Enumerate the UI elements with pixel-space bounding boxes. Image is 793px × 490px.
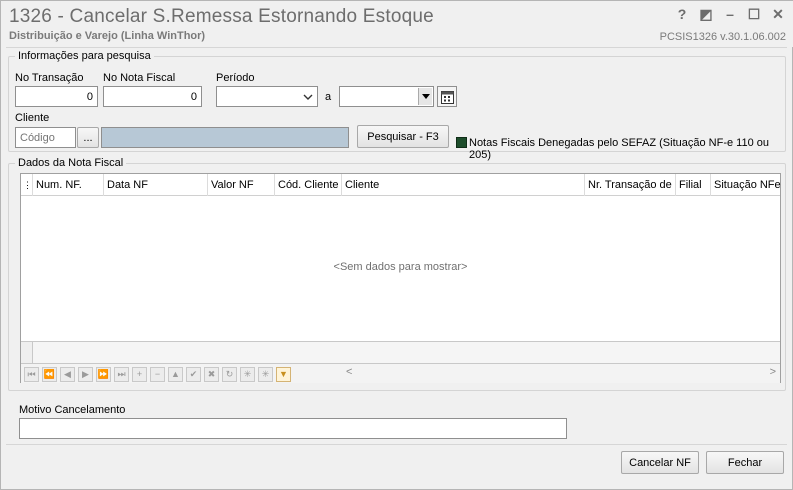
window-title: 1326 - Cancelar S.Remessa Estornando Est… — [9, 6, 434, 27]
footer-indicator — [21, 342, 33, 364]
denegadas-checkbox[interactable] — [456, 137, 467, 148]
first-record-icon[interactable]: ⏮ — [24, 367, 39, 382]
periodo-label: Período — [216, 72, 255, 84]
delete-icon[interactable]: − — [150, 367, 165, 382]
column-filial[interactable]: Filial — [676, 174, 711, 196]
column-cliente[interactable]: Cliente — [342, 174, 585, 196]
scroll-left-icon[interactable]: < — [346, 366, 352, 378]
goto-bookmark-icon[interactable]: ✳ — [258, 367, 273, 382]
cancelar-nf-button[interactable]: Cancelar NF — [621, 451, 699, 474]
chevron-down-icon — [303, 94, 313, 100]
column-num-nf[interactable]: Num. NF. — [33, 174, 104, 196]
cliente-code-input[interactable] — [15, 127, 76, 148]
motivo-input[interactable] — [19, 418, 567, 439]
transacao-input[interactable] — [15, 86, 98, 107]
window-controls: ? ◩ – ☐ ✕ — [672, 5, 788, 23]
dropdown-button[interactable] — [418, 88, 432, 105]
bookmark-icon[interactable]: ✳ — [240, 367, 255, 382]
post-icon[interactable]: ✔ — [186, 367, 201, 382]
denegadas-label: Notas Fiscais Denegadas pelo SEFAZ (Situ… — [469, 137, 770, 161]
calendar-icon — [441, 91, 454, 104]
periodo-end-select[interactable] — [339, 86, 434, 107]
periodo-separator: a — [325, 91, 332, 103]
column-nr-transacao[interactable]: Nr. Transação de — [585, 174, 676, 196]
nota-fiscal-label: No Nota Fiscal — [103, 72, 176, 84]
grid-empty-message: <Sem dados para mostrar> — [333, 261, 468, 273]
window-subtitle: Distribuição e Varejo (Linha WinThor) — [9, 30, 206, 42]
cancelar-nf-label: Cancelar NF — [629, 456, 691, 469]
pesquisar-button[interactable]: Pesquisar - F3 — [357, 125, 449, 148]
next-page-icon[interactable]: ⏩ — [96, 367, 111, 382]
nota-fiscal-grid[interactable]: ⋮ Num. NF. Data NF Valor NF Cód. Cliente… — [20, 173, 781, 383]
column-chooser-icon[interactable]: ⋮ — [21, 174, 33, 196]
fechar-label: Fechar — [727, 456, 763, 469]
grid-header: ⋮ Num. NF. Data NF Valor NF Cód. Cliente… — [21, 174, 781, 196]
title-bar: 1326 - Cancelar S.Remessa Estornando Est… — [1, 1, 793, 47]
footer-separator — [6, 444, 787, 445]
motivo-label: Motivo Cancelamento — [19, 404, 126, 416]
triangle-down-icon — [422, 94, 430, 99]
column-situacao-nfe[interactable]: Situação NFe — [711, 174, 781, 196]
title-separator — [6, 47, 787, 48]
nota-fiscal-input[interactable] — [103, 86, 202, 107]
insert-icon[interactable]: + — [132, 367, 147, 382]
edit-icon[interactable]: ▲ — [168, 367, 183, 382]
cliente-browse-button[interactable]: ... — [77, 127, 99, 148]
close-icon[interactable]: ✕ — [768, 5, 788, 23]
scroll-right-icon[interactable]: > — [770, 366, 776, 378]
minimize-icon[interactable]: – — [720, 5, 740, 23]
main-window: 1326 - Cancelar S.Remessa Estornando Est… — [0, 0, 793, 490]
prev-page-icon[interactable]: ⏪ — [42, 367, 57, 382]
version-label: PCSIS1326 v.30.1.06.002 — [659, 31, 786, 43]
column-data-nf[interactable]: Data NF — [104, 174, 208, 196]
restore-icon[interactable]: ◩ — [696, 5, 716, 23]
transacao-label: No Transação — [15, 72, 84, 84]
help-icon[interactable]: ? — [672, 5, 692, 23]
maximize-icon[interactable]: ☐ — [744, 5, 764, 23]
column-cod-cliente[interactable]: Cód. Cliente — [275, 174, 342, 196]
periodo-start-select[interactable] — [216, 86, 318, 107]
fechar-button[interactable]: Fechar — [706, 451, 784, 474]
grid-footer — [21, 341, 780, 364]
cancel-icon[interactable]: ✖ — [204, 367, 219, 382]
grid-navigator: ⏮ ⏪ ◀ ▶ ⏩ ⏭ + − ▲ ✔ ✖ ↻ ✳ ✳ ▼ < > — [21, 363, 780, 383]
grid-group-title: Dados da Nota Fiscal — [15, 157, 127, 169]
search-group-title: Informações para pesquisa — [15, 50, 154, 62]
column-valor-nf[interactable]: Valor NF — [208, 174, 275, 196]
cliente-label: Cliente — [15, 112, 50, 124]
cliente-name-field — [101, 127, 349, 148]
filter-icon[interactable]: ▼ — [276, 367, 291, 382]
next-record-icon[interactable]: ▶ — [78, 367, 93, 382]
last-record-icon[interactable]: ⏭ — [114, 367, 129, 382]
refresh-icon[interactable]: ↻ — [222, 367, 237, 382]
calendar-button[interactable] — [437, 86, 457, 107]
prev-record-icon[interactable]: ◀ — [60, 367, 75, 382]
